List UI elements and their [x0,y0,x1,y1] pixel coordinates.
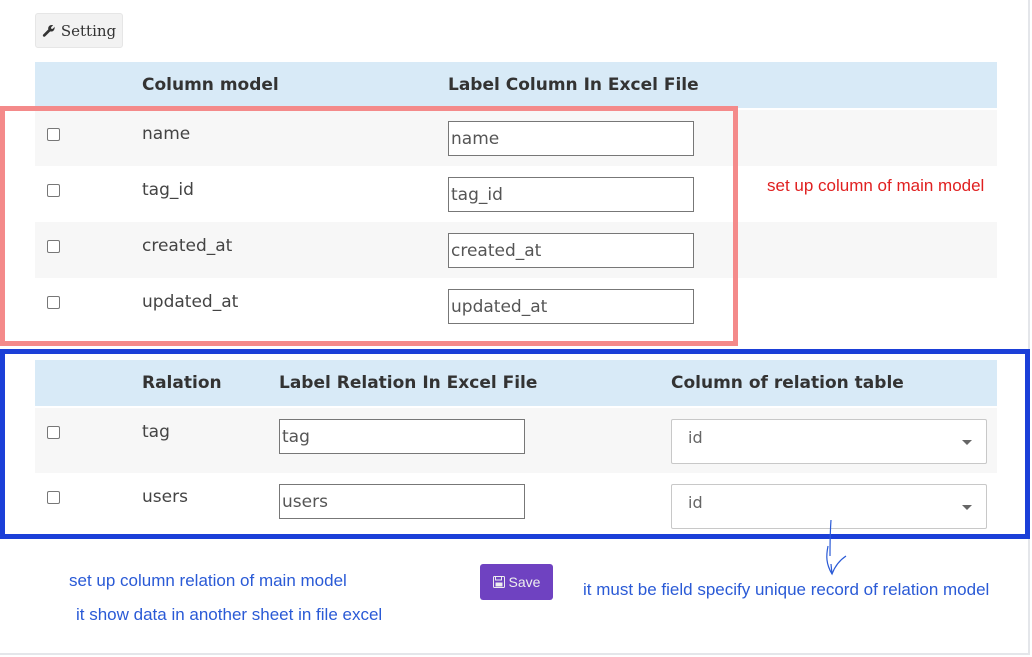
another-sheet-note: it show data in another sheet in file ex… [76,605,383,624]
main-model-highlight [0,106,738,346]
setting-button[interactable]: Setting [35,13,123,48]
label-column-header: Label Column In Excel File [448,75,699,95]
wrench-icon [42,24,55,37]
save-button[interactable]: Save [480,564,553,600]
column-model-header: Column model [142,75,279,95]
floppy-disk-icon [492,576,505,588]
relation-model-note: set up column relation of main model [69,571,347,590]
hand-drawn-arrow-icon [826,519,847,576]
setting-label: Setting [60,21,117,40]
save-label: Save [508,574,541,590]
settings-panel: Setting Column model Label Column In Exc… [0,0,1030,655]
unique-record-note: it must be field specify unique record o… [583,580,990,599]
columns-table-header: Column model Label Column In Excel File [35,62,997,108]
relation-highlight [0,349,1030,539]
main-model-note: set up column of main model [767,176,985,195]
